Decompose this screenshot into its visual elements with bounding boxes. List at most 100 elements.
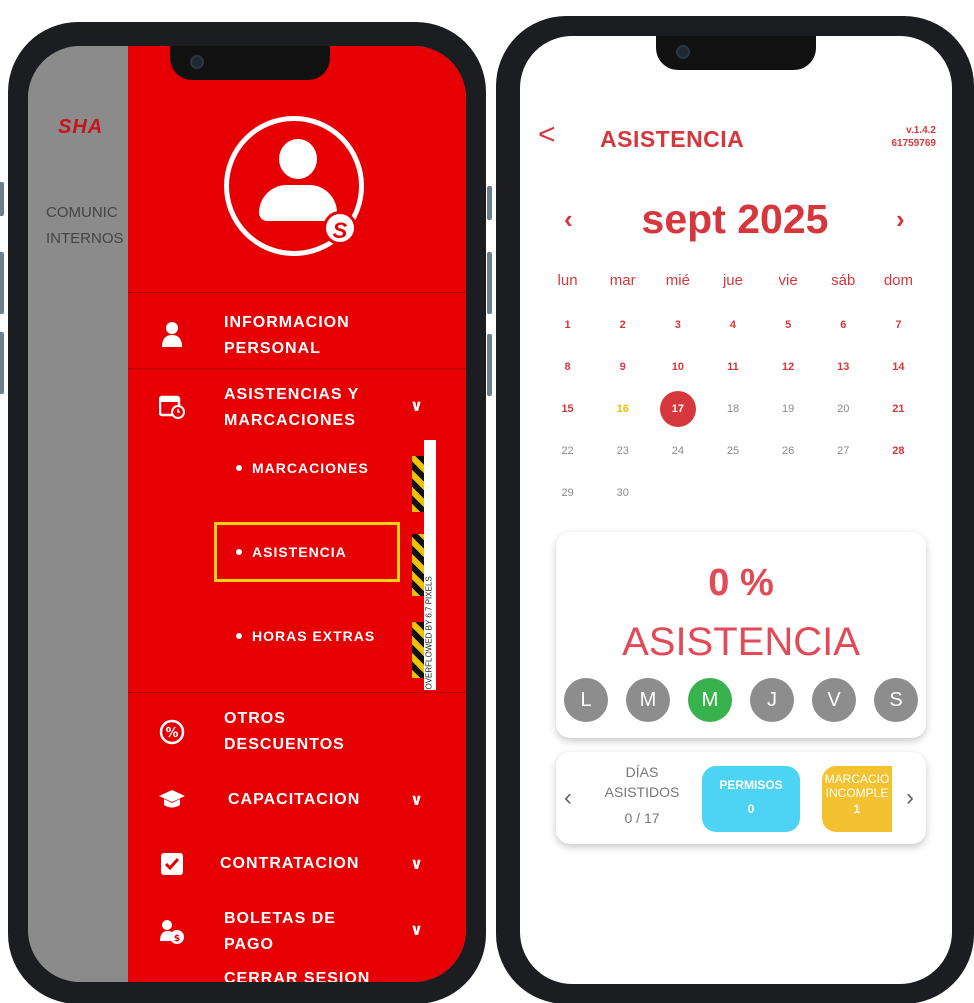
calendar-day[interactable]: 20 [816,388,871,430]
permisos-pill[interactable]: PERMISOS 0 [702,766,800,832]
left-screen: SHA COMUNIC INTERNOS S INFORMACION PERSO… [28,46,466,982]
payroll-icon: $ [158,918,186,946]
calendar-day[interactable]: 10 [650,346,705,388]
calendar-day-number: 26 [782,445,795,457]
logout-button[interactable]: CERRAR SESION [128,966,466,982]
submenu-item-marcaciones[interactable]: MARCACIONES [236,460,369,476]
employee-code: 61759769 [891,138,937,149]
calendar-day[interactable]: 4 [705,304,760,346]
summary-prev-button[interactable]: ‹ [564,784,572,812]
menu-item-contratacion[interactable]: CONTRATACION ∨ [128,848,466,880]
weekday-circle[interactable]: M [626,678,670,722]
prev-month-button[interactable]: ‹ [564,204,573,235]
calendar-day[interactable]: 2 [595,304,650,346]
weekday-label: dom [883,272,913,289]
submenu-item-asistencia[interactable]: ASISTENCIA [236,544,347,560]
calendar-day-number: 25 [726,445,740,457]
weekday-circle[interactable]: V [812,678,856,722]
calendar-day[interactable]: 23 [595,430,650,472]
left-phone-volume-up [0,252,4,314]
calendar-days-grid: 1 2 3 4 5 6 7 8 9 10 11 12 13 14 15 16 17 18 19 20 21 22 23 24 2… [540,304,926,514]
calendar-day-number: 30 [616,487,629,499]
weekday-label: lun [557,272,578,289]
calendar-day[interactable]: 17 [650,388,705,430]
percent-icon: % [158,718,186,746]
attendance-percent: 0 % [708,562,774,604]
menu-item-informacion-personal[interactable]: INFORMACION PERSONAL [128,304,466,364]
user-avatar[interactable]: S [224,116,364,256]
calendar-day[interactable]: 3 [650,304,705,346]
menu-label-boletas-pago: BOLETAS DE PAGO [224,910,336,953]
menu-label-informacion-personal: INFORMACION PERSONAL [224,314,350,357]
marcaciones-label: MARCACIO INCOMPLE [824,772,890,800]
calendar-day[interactable]: 25 [705,430,760,472]
menu-item-boletas-pago[interactable]: $ BOLETAS DE PAGO ∨ [128,904,466,964]
calendar-day[interactable]: 24 [650,430,705,472]
right-notch [656,36,816,70]
version-text: v.1.4.2 [906,125,936,136]
back-arrow-icon[interactable]: < [538,118,556,152]
menu-label-otros-descuentos: OTROS DESCUENTOS [224,710,345,753]
menu-item-capacitacion[interactable]: CAPACITACION ∨ [128,784,466,816]
svg-text:%: % [165,726,178,741]
overflow-warning-text: OVERFLOWED BY 6.7 PIXELS [424,576,434,690]
calendar-day[interactable]: 22 [540,430,595,472]
marcaciones-incompletas-pill[interactable]: MARCACIO INCOMPLE 1 [822,766,892,832]
background-text: COMUNIC INTERNOS [46,204,124,247]
graduation-cap-icon [158,786,186,814]
chevron-down-icon: ∨ [410,398,423,415]
next-month-button[interactable]: › [896,204,905,235]
weekday-label: vie [778,272,798,289]
weekday-circle-active[interactable]: M [688,678,732,722]
marcaciones-value: 1 [853,802,861,816]
right-screen: < ASISTENCIA v.1.4.2 61759769 ‹ sept 202… [520,36,952,984]
calendar-day[interactable]: 5 [761,304,816,346]
menu-item-otros-descuentos[interactable]: % OTROS DESCUENTOS [128,702,466,762]
calendar-day[interactable]: 16 [595,388,650,430]
calendar-day[interactable]: 13 [816,346,871,388]
calendar-day[interactable]: 1 [540,304,595,346]
version-info: v.1.4.2 61759769 [880,124,937,150]
calendar-day[interactable]: 26 [761,430,816,472]
overflow-stripe [412,622,424,678]
chevron-down-icon: ∨ [410,792,423,809]
permisos-value: 0 [747,802,755,816]
calendar-day-number: 9 [619,361,626,373]
calendar-month-title: sept 2025 [641,196,829,242]
bullet-icon [236,465,242,471]
menu-item-asistencias-marcaciones[interactable]: ASISTENCIAS Y MARCACIONES ∨ [128,376,466,436]
calendar-day-number: 27 [837,445,850,457]
calendar-day[interactable]: 9 [595,346,650,388]
calendar-weekday-header: lun mar mié jue vie sáb dom [540,272,926,289]
calendar-day[interactable]: 18 [705,388,760,430]
menu-label-capacitacion: CAPACITACION [228,791,361,808]
calendar-day[interactable]: 12 [761,346,816,388]
calendar-day[interactable]: 27 [816,430,871,472]
calendar-day[interactable]: 21 [871,388,926,430]
submenu-label-horas-extras: HORAS EXTRAS [252,628,376,644]
submenu-item-horas-extras[interactable]: HORAS EXTRAS [236,628,375,644]
calendar-day[interactable]: 6 [816,304,871,346]
bullet-icon [236,633,242,639]
calendar-day[interactable]: 30 [595,472,650,514]
avatar-head [279,139,317,179]
overflow-stripe [412,534,424,596]
summary-next-button[interactable]: › [906,784,914,812]
calendar-day[interactable]: 14 [871,346,926,388]
calendar-day[interactable]: 7 [871,304,926,346]
page-title: ASISTENCIA [600,126,745,152]
weekday-circle[interactable]: L [564,678,608,722]
calendar-day-number: 3 [674,319,681,331]
calendar-day[interactable]: 15 [540,388,595,430]
drawer-divider [128,368,466,369]
calendar-day[interactable]: 11 [705,346,760,388]
right-phone-volume-down [487,334,492,396]
chevron-down-icon: ∨ [410,856,423,873]
calendar-day[interactable]: 28 [871,430,926,472]
calendar-day[interactable]: 29 [540,472,595,514]
calendar-day[interactable]: 19 [761,388,816,430]
weekday-circle[interactable]: J [750,678,794,722]
calendar-day[interactable]: 8 [540,346,595,388]
weekday-circle[interactable]: S [874,678,918,722]
overflow-stripe [412,456,424,512]
